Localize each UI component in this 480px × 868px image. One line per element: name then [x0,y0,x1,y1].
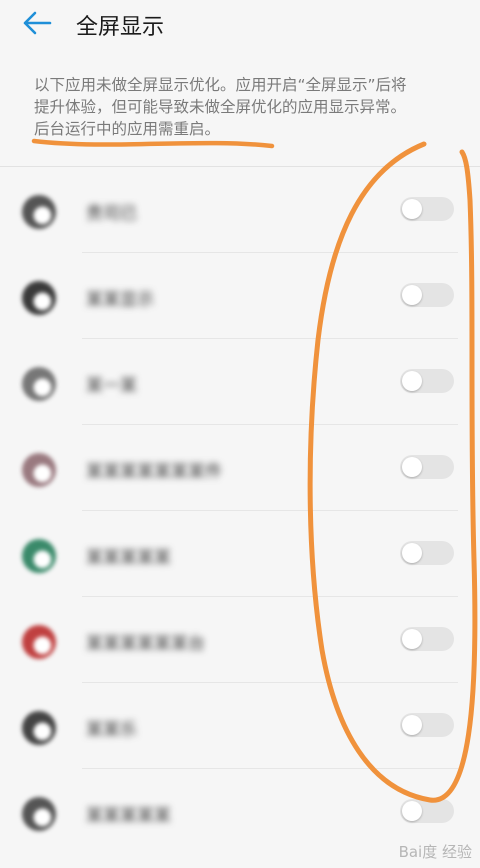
app-name: 某某显示 [86,290,154,310]
toggle-knob [402,371,422,391]
app-icon [22,195,56,229]
app-list: 贵司已 某某显示 某一某 某某某某某某某件 某某某某某 某某某某某某台 某某乐 某某某某某 [0,167,480,855]
description-line-2: 提升体验，但可能导致未做全屏优化的应用显示异常。 [34,98,407,116]
app-row: 贵司已 [0,167,480,253]
app-name: 某某某某某某某件 [86,462,222,482]
app-name: 某某某某某 [86,548,171,568]
app-icon [22,539,56,573]
description-line-1: 以下应用未做全屏显示优化。应用开启“全屏显示”后将 [34,76,407,94]
app-icon [22,453,56,487]
underline-annotation [31,138,275,149]
app-name: 某某某某某 [86,806,171,826]
app-icon [22,367,56,401]
app-icon [22,281,56,315]
app-row: 某某乐 [0,683,480,769]
toggle-knob [402,801,422,821]
app-icon [22,711,56,745]
description-line-3: 后台运行中的应用需重启。 [34,120,221,138]
app-row: 某一某 [0,339,480,425]
description-text: 以下应用未做全屏显示优化。应用开启“全屏显示”后将 提升体验，但可能导致未做全屏… [34,74,454,140]
app-name: 某某乐 [86,720,137,740]
fullscreen-toggle[interactable] [400,369,454,393]
toggle-knob [402,457,422,477]
fullscreen-toggle[interactable] [400,799,454,823]
fullscreen-toggle[interactable] [400,541,454,565]
toggle-knob [402,543,422,563]
fullscreen-toggle[interactable] [400,197,454,221]
app-name: 某某某某某某台 [86,634,205,654]
top-bar: 全屏显示 [0,0,480,48]
fullscreen-toggle[interactable] [400,713,454,737]
back-arrow-icon[interactable] [22,10,52,36]
app-icon [22,625,56,659]
toggle-knob [402,715,422,735]
fullscreen-toggle[interactable] [400,283,454,307]
toggle-knob [402,199,422,219]
app-row: 某某显示 [0,253,480,339]
app-name: 某一某 [86,376,137,396]
toggle-knob [402,285,422,305]
app-icon [22,797,56,831]
app-row: 某某某某某某某件 [0,425,480,511]
app-row: 某某某某某某台 [0,597,480,683]
page-title: 全屏显示 [76,15,165,40]
fullscreen-toggle[interactable] [400,627,454,651]
watermark: Bai度 经验 [398,843,472,861]
toggle-knob [402,629,422,649]
app-name: 贵司已 [86,204,137,224]
app-row: 某某某某某 [0,511,480,597]
fullscreen-toggle[interactable] [400,455,454,479]
